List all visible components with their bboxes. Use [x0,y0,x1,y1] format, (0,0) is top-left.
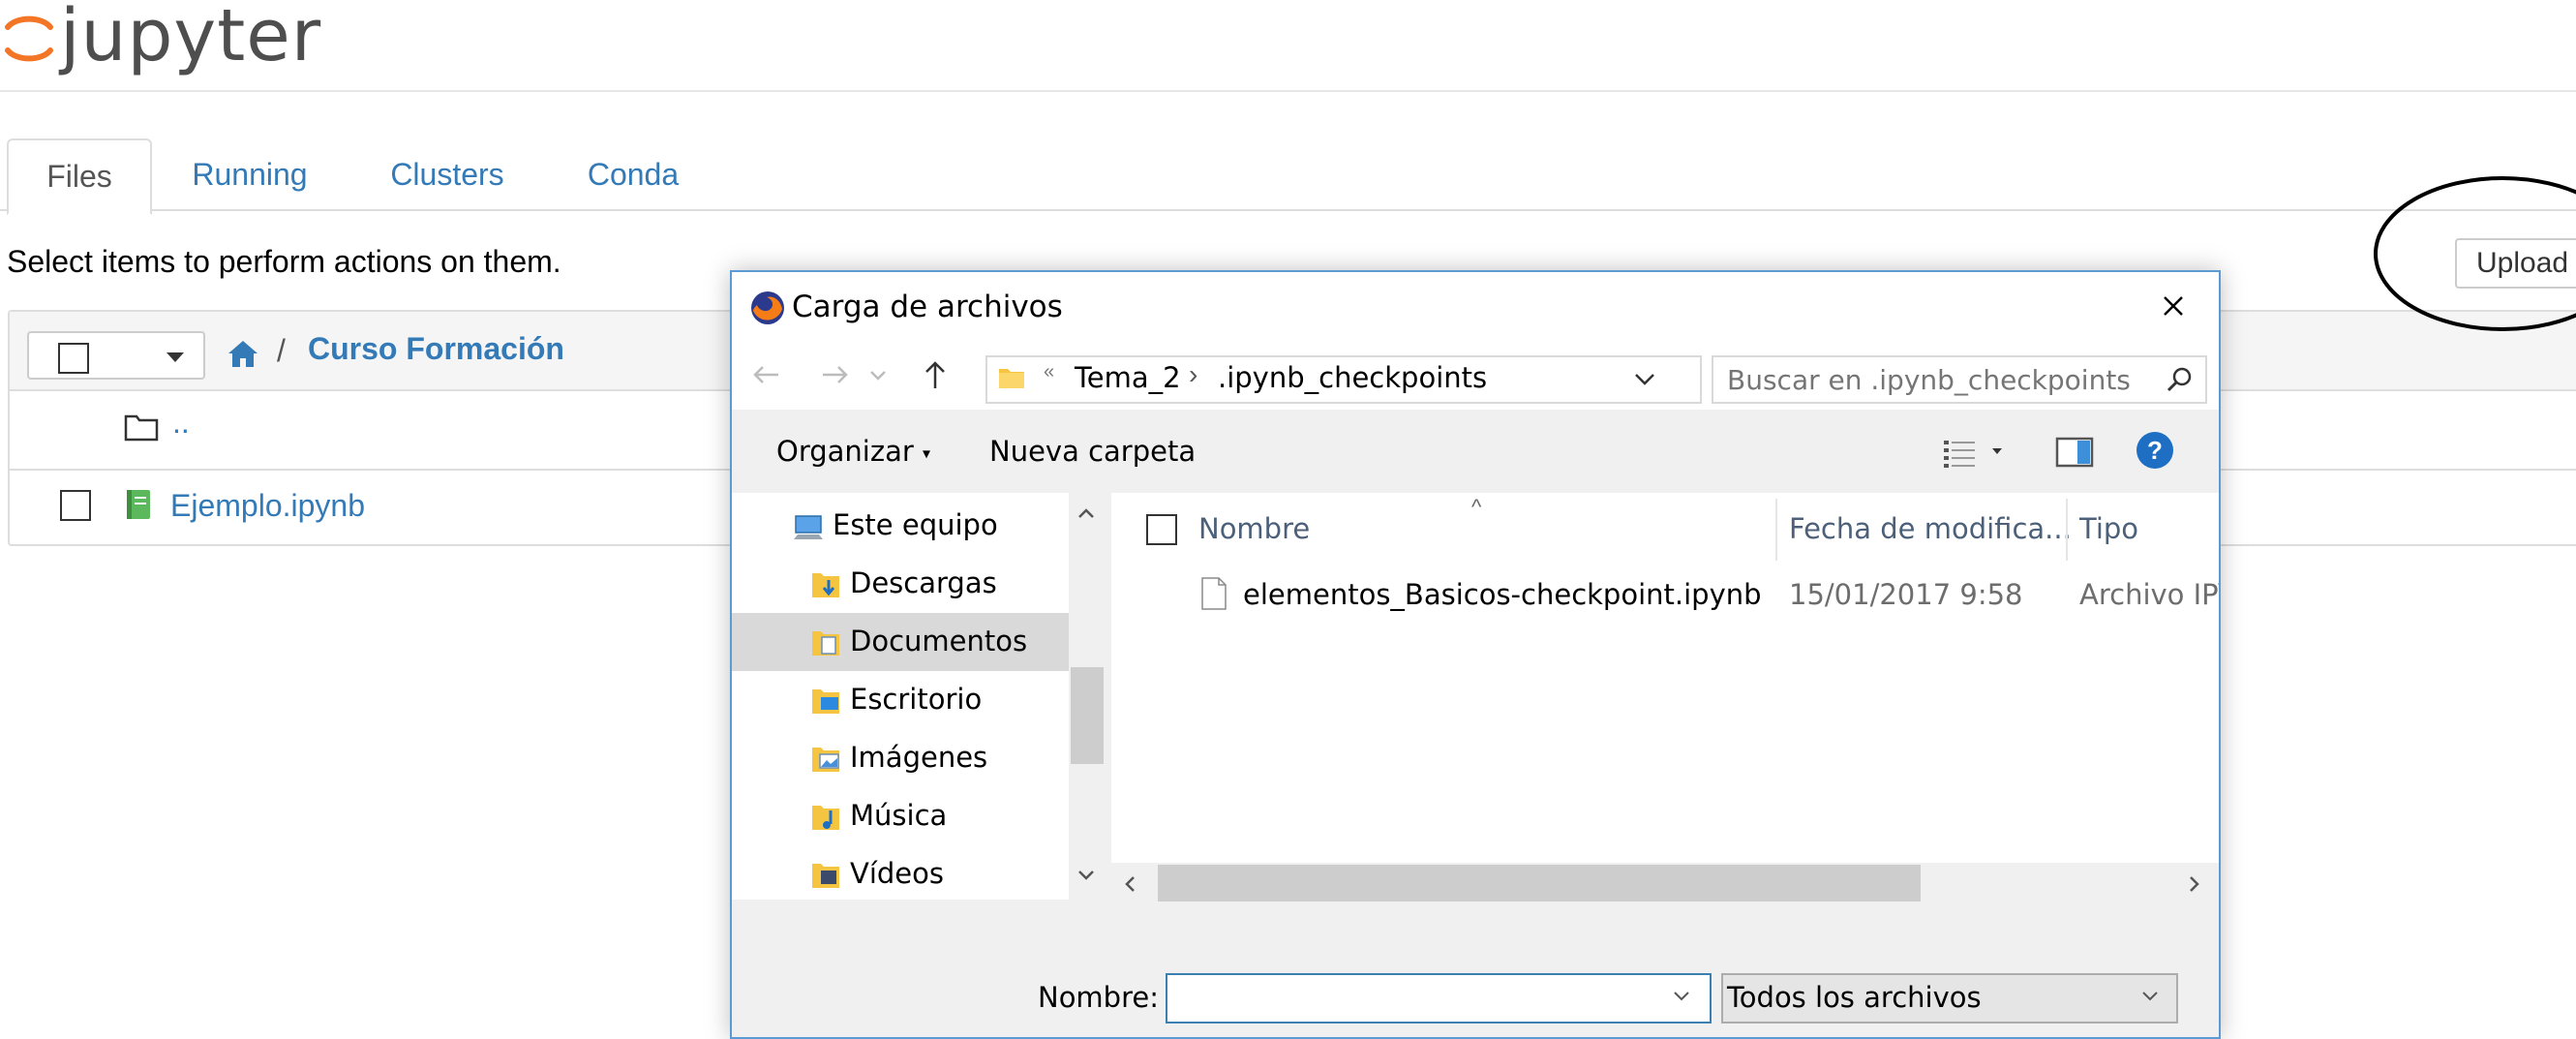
firefox-icon [751,291,784,324]
organize-button[interactable]: Organizar ▾ [776,435,930,468]
file-name-link[interactable]: Ejemplo.ipynb [170,488,365,524]
tree-item-label: Escritorio [850,683,983,716]
tree-item-descargas[interactable]: Descargas [732,555,1069,613]
recent-locations-chevron-icon[interactable] [864,355,893,394]
file-row-name[interactable]: elementos_Basicos-checkpoint.ipynb [1243,578,1762,611]
preview-pane-icon[interactable] [2054,433,2095,472]
help-icon[interactable]: ? [2134,429,2176,472]
back-arrow-icon[interactable] [747,355,786,394]
filename-combobox[interactable] [1166,973,1712,1024]
downloads-folder-icon [812,573,839,597]
tree-item-escritorio[interactable]: Escritorio [732,671,1069,729]
scroll-down-chevron-icon[interactable] [1076,869,1096,882]
tree-item-label: Vídeos [850,857,944,890]
caret-down-icon [167,352,184,362]
tree-item-label: Descargas [850,566,997,599]
new-folder-button[interactable]: Nueva carpeta [989,435,1196,468]
scroll-up-chevron-icon[interactable] [1076,506,1096,520]
column-header-date[interactable]: Fecha de modifica... [1789,512,2072,545]
folder-icon [999,369,1024,388]
select-items-message: Select items to perform actions on them. [7,244,561,279]
search-box[interactable] [1712,355,2207,404]
header-divider [0,90,2576,92]
documents-folder-icon [812,631,839,656]
select-dropdown-button[interactable] [145,331,205,380]
dialog-toolbar: Organizar ▾ Nueva carpeta ? [732,410,2219,493]
tree-item-label: Documentos [850,625,1028,657]
tree-item-imagenes[interactable]: Imágenes [732,729,1069,787]
file-type-select[interactable]: Todos los archivos [1721,973,2178,1024]
desktop-folder-icon [812,689,839,714]
tree-item-musica[interactable]: Música [732,787,1069,845]
tree-item-este-equipo[interactable]: Este equipo [732,497,1069,555]
tab-clusters[interactable]: Clusters [370,138,525,211]
file-upload-dialog: Carga de archivos « Tema_2 › .ipynb_chec… [730,270,2221,1039]
column-header-type[interactable]: Tipo [2079,512,2138,545]
dialog-title: Carga de archivos [792,290,1063,324]
file-list-horizontal-scrollbar[interactable] [1111,863,2219,903]
sort-ascending-caret-icon: ^ [1471,495,1482,519]
address-separator-chevron-icon[interactable]: › [1189,359,1197,390]
jupyter-logo[interactable]: jupyter [0,0,329,77]
pictures-folder-icon [812,748,839,772]
home-icon[interactable] [227,337,259,370]
filename-label: Nombre: [1038,981,1159,1014]
forward-arrow-icon[interactable] [815,355,854,394]
caret-down-icon: ▾ [923,443,931,463]
details-view-icon[interactable] [1940,433,1979,472]
navigation-pane: Este equipo Descargas Documentos Escrito… [732,493,1104,903]
tree-item-documentos[interactable]: Documentos [732,613,1069,671]
scrollbar-thumb[interactable] [1158,865,1921,901]
column-header-name[interactable]: Nombre [1198,512,1310,545]
chevron-down-icon[interactable] [2139,989,2161,1004]
item-checkbox[interactable] [60,490,91,521]
select-all-checkbox[interactable] [27,331,149,380]
tree-item-label: Este equipo [833,508,998,541]
address-segment-checkpoints[interactable]: .ipynb_checkpoints [1218,361,1487,394]
parent-directory-link[interactable]: .. [172,405,190,441]
close-icon[interactable] [2151,284,2196,328]
jupyter-orbit-icon [5,15,53,62]
computer-icon [794,515,823,539]
scrollbar-thumb[interactable] [1071,667,1104,764]
file-type-value: Todos los archivos [1727,981,1982,1014]
tree-item-label: Imágenes [850,741,988,774]
up-arrow-icon[interactable] [916,355,955,394]
scroll-right-chevron-icon[interactable] [2188,874,2201,894]
address-segment-tema2[interactable]: Tema_2 [1075,361,1181,394]
chevron-down-icon[interactable] [1671,989,1692,1004]
address-bar[interactable]: « Tema_2 › .ipynb_checkpoints [985,355,1702,404]
tree-item-videos[interactable]: Vídeos [732,845,1069,903]
annotation-circle [2374,176,2576,331]
file-list: Nombre ^ Fecha de modifica... Tipo eleme… [1111,493,2219,900]
breadcrumb-current-folder[interactable]: Curso Formación [308,331,564,367]
navigation-pane-scrollbar[interactable] [1069,493,1104,900]
notebook-icon [127,490,150,519]
scroll-left-chevron-icon[interactable] [1123,874,1136,894]
address-overflow-chevron[interactable]: « [1044,361,1054,383]
view-options-caret-icon[interactable] [1992,448,2002,454]
filename-input[interactable] [1173,977,1661,1020]
tab-conda[interactable]: Conda [567,138,699,211]
tab-files[interactable]: Files [7,138,152,215]
column-divider[interactable] [1775,499,1777,561]
folder-icon [124,414,159,442]
tab-running[interactable]: Running [172,138,327,211]
chevron-down-icon[interactable] [1632,369,1657,388]
music-folder-icon [812,806,839,830]
svg-text:?: ? [2147,436,2163,465]
dialog-titlebar[interactable]: Carga de archivos [732,272,2219,342]
search-input[interactable] [1725,359,2145,400]
videos-folder-icon [812,864,839,888]
logo-text: jupyter [60,0,322,77]
file-icon [1201,577,1227,610]
breadcrumb-separator: / [277,333,286,368]
tree-item-label: Música [850,799,948,832]
column-divider[interactable] [2066,499,2068,561]
file-row-date: 15/01/2017 9:58 [1789,578,2023,611]
file-row-type: Archivo IPYNB [2079,578,2219,611]
search-icon[interactable] [2165,365,2194,394]
select-all-files-checkbox[interactable] [1146,514,1177,545]
organize-label: Organizar [776,435,914,468]
